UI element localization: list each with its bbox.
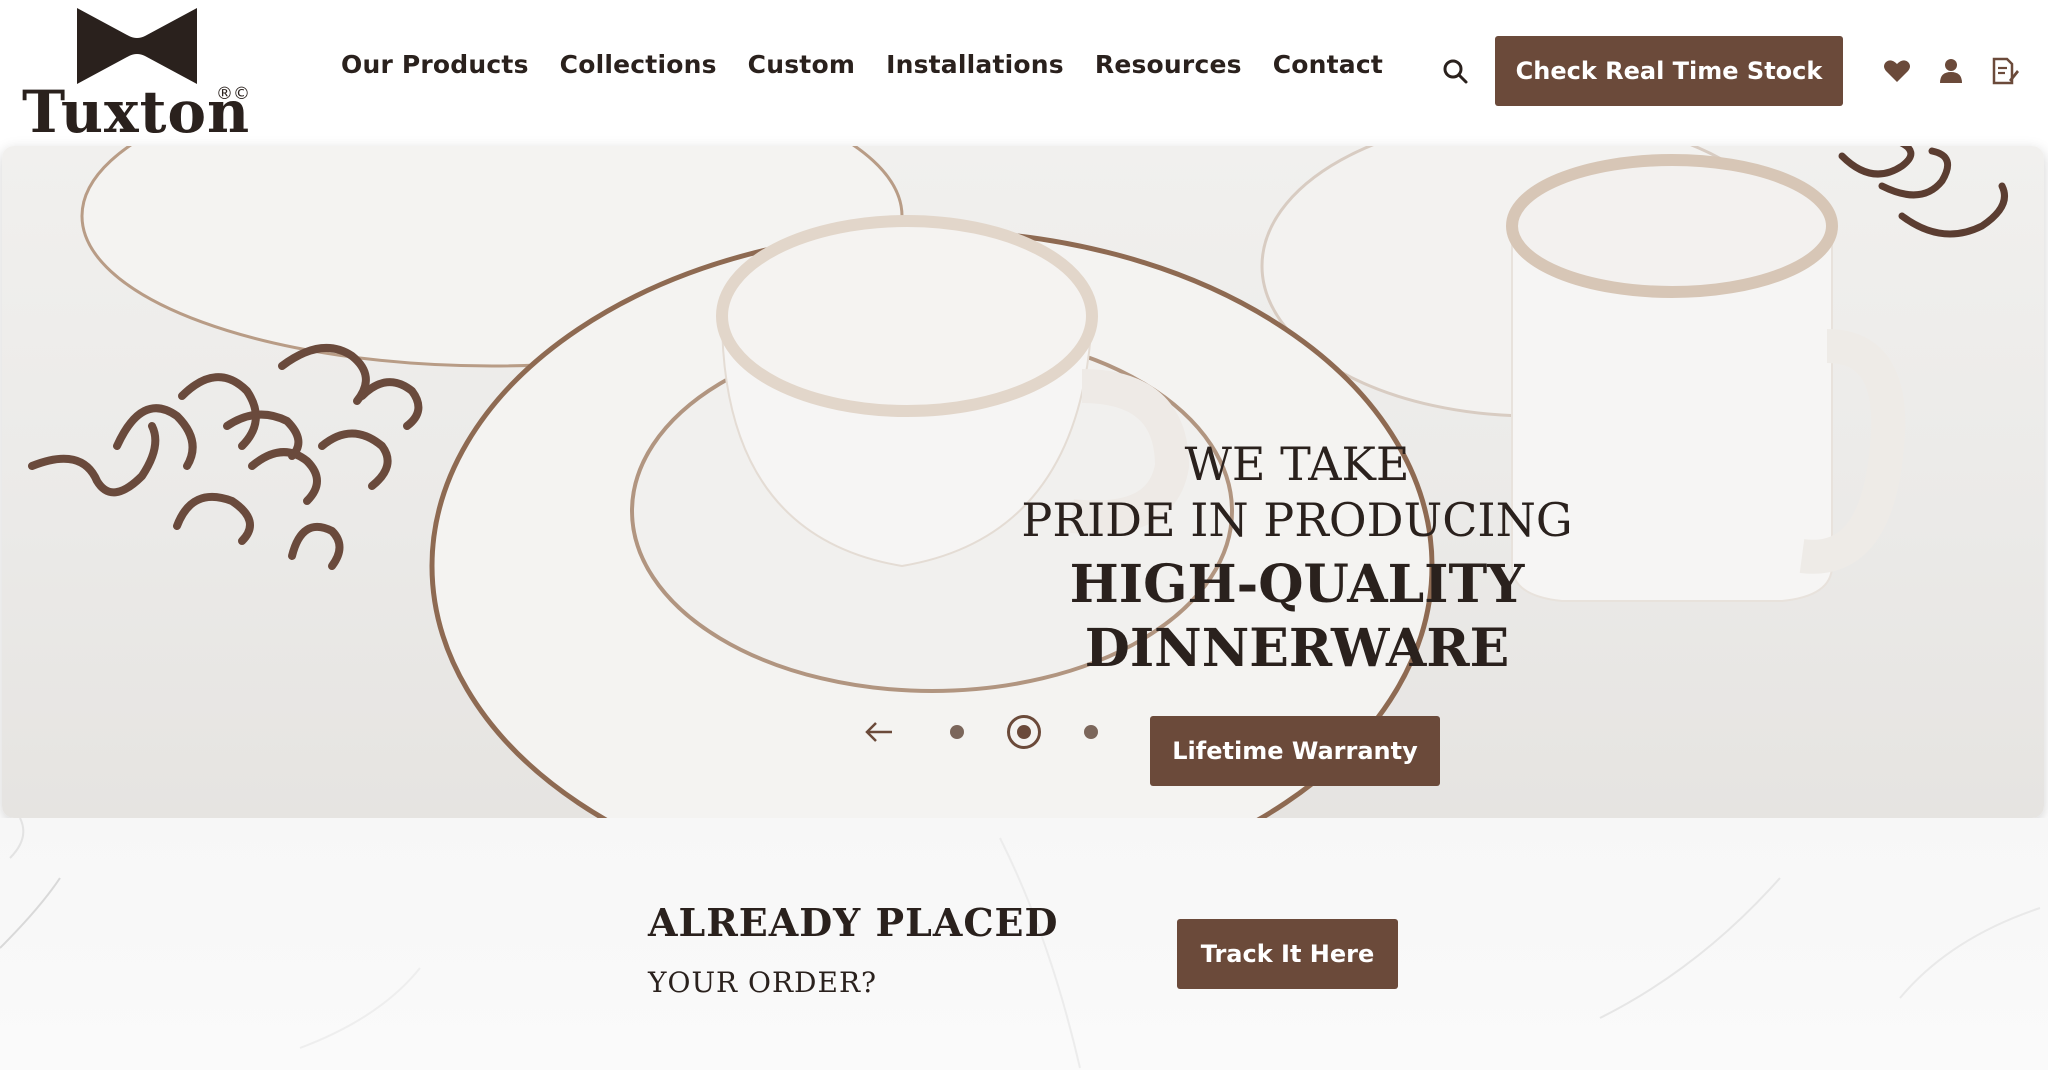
order-tracking-section: ALREADY PLACED YOUR ORDER? Track It Here bbox=[0, 818, 2048, 1070]
lifetime-warranty-button[interactable]: Lifetime Warranty bbox=[1150, 716, 1440, 786]
nav-item-collections[interactable]: Collections bbox=[560, 50, 717, 79]
logo-registered-marks: ®© bbox=[216, 84, 250, 104]
hero-headline: WE TAKE PRIDE IN PRODUCING HIGH-QUALITY … bbox=[1002, 436, 1592, 680]
order-title: ALREADY PLACED bbox=[648, 900, 1059, 945]
hero-banner: WE TAKE PRIDE IN PRODUCING HIGH-QUALITY … bbox=[2, 146, 2044, 818]
hero-line-1: WE TAKE bbox=[1184, 437, 1410, 491]
hero-line-4: DINNERWARE bbox=[1084, 618, 1510, 679]
hero-line-3: HIGH-QUALITY bbox=[1069, 554, 1525, 615]
quote-list-icon[interactable] bbox=[1989, 56, 2019, 86]
arrow-left-icon[interactable] bbox=[864, 720, 894, 744]
nav-item-custom[interactable]: Custom bbox=[748, 50, 855, 79]
check-real-time-stock-button[interactable]: Check Real Time Stock bbox=[1495, 36, 1843, 106]
carousel-dot-1[interactable] bbox=[950, 725, 964, 739]
track-it-here-button[interactable]: Track It Here bbox=[1177, 919, 1398, 989]
nav-item-contact[interactable]: Contact bbox=[1273, 50, 1383, 79]
search-icon[interactable] bbox=[1440, 56, 1472, 88]
nav-item-installations[interactable]: Installations bbox=[886, 50, 1064, 79]
user-icon[interactable] bbox=[1936, 56, 1966, 86]
tuxton-logo[interactable]: Tuxton ®© bbox=[22, 8, 250, 146]
main-nav: Our Products Collections Custom Installa… bbox=[341, 50, 1414, 79]
site-header: Tuxton ®© Our Products Collections Custo… bbox=[0, 0, 2048, 146]
hero-line-2: PRIDE IN PRODUCING bbox=[1021, 493, 1573, 547]
bowtie-logo-icon bbox=[77, 8, 197, 84]
order-subtitle: YOUR ORDER? bbox=[648, 966, 878, 999]
carousel-dot-2-active[interactable] bbox=[1007, 715, 1041, 749]
nav-item-our-products[interactable]: Our Products bbox=[341, 50, 529, 79]
heart-icon[interactable] bbox=[1882, 56, 1912, 86]
carousel-dot-3[interactable] bbox=[1084, 725, 1098, 739]
carousel-controls bbox=[864, 712, 1114, 752]
nav-item-resources[interactable]: Resources bbox=[1095, 50, 1242, 79]
